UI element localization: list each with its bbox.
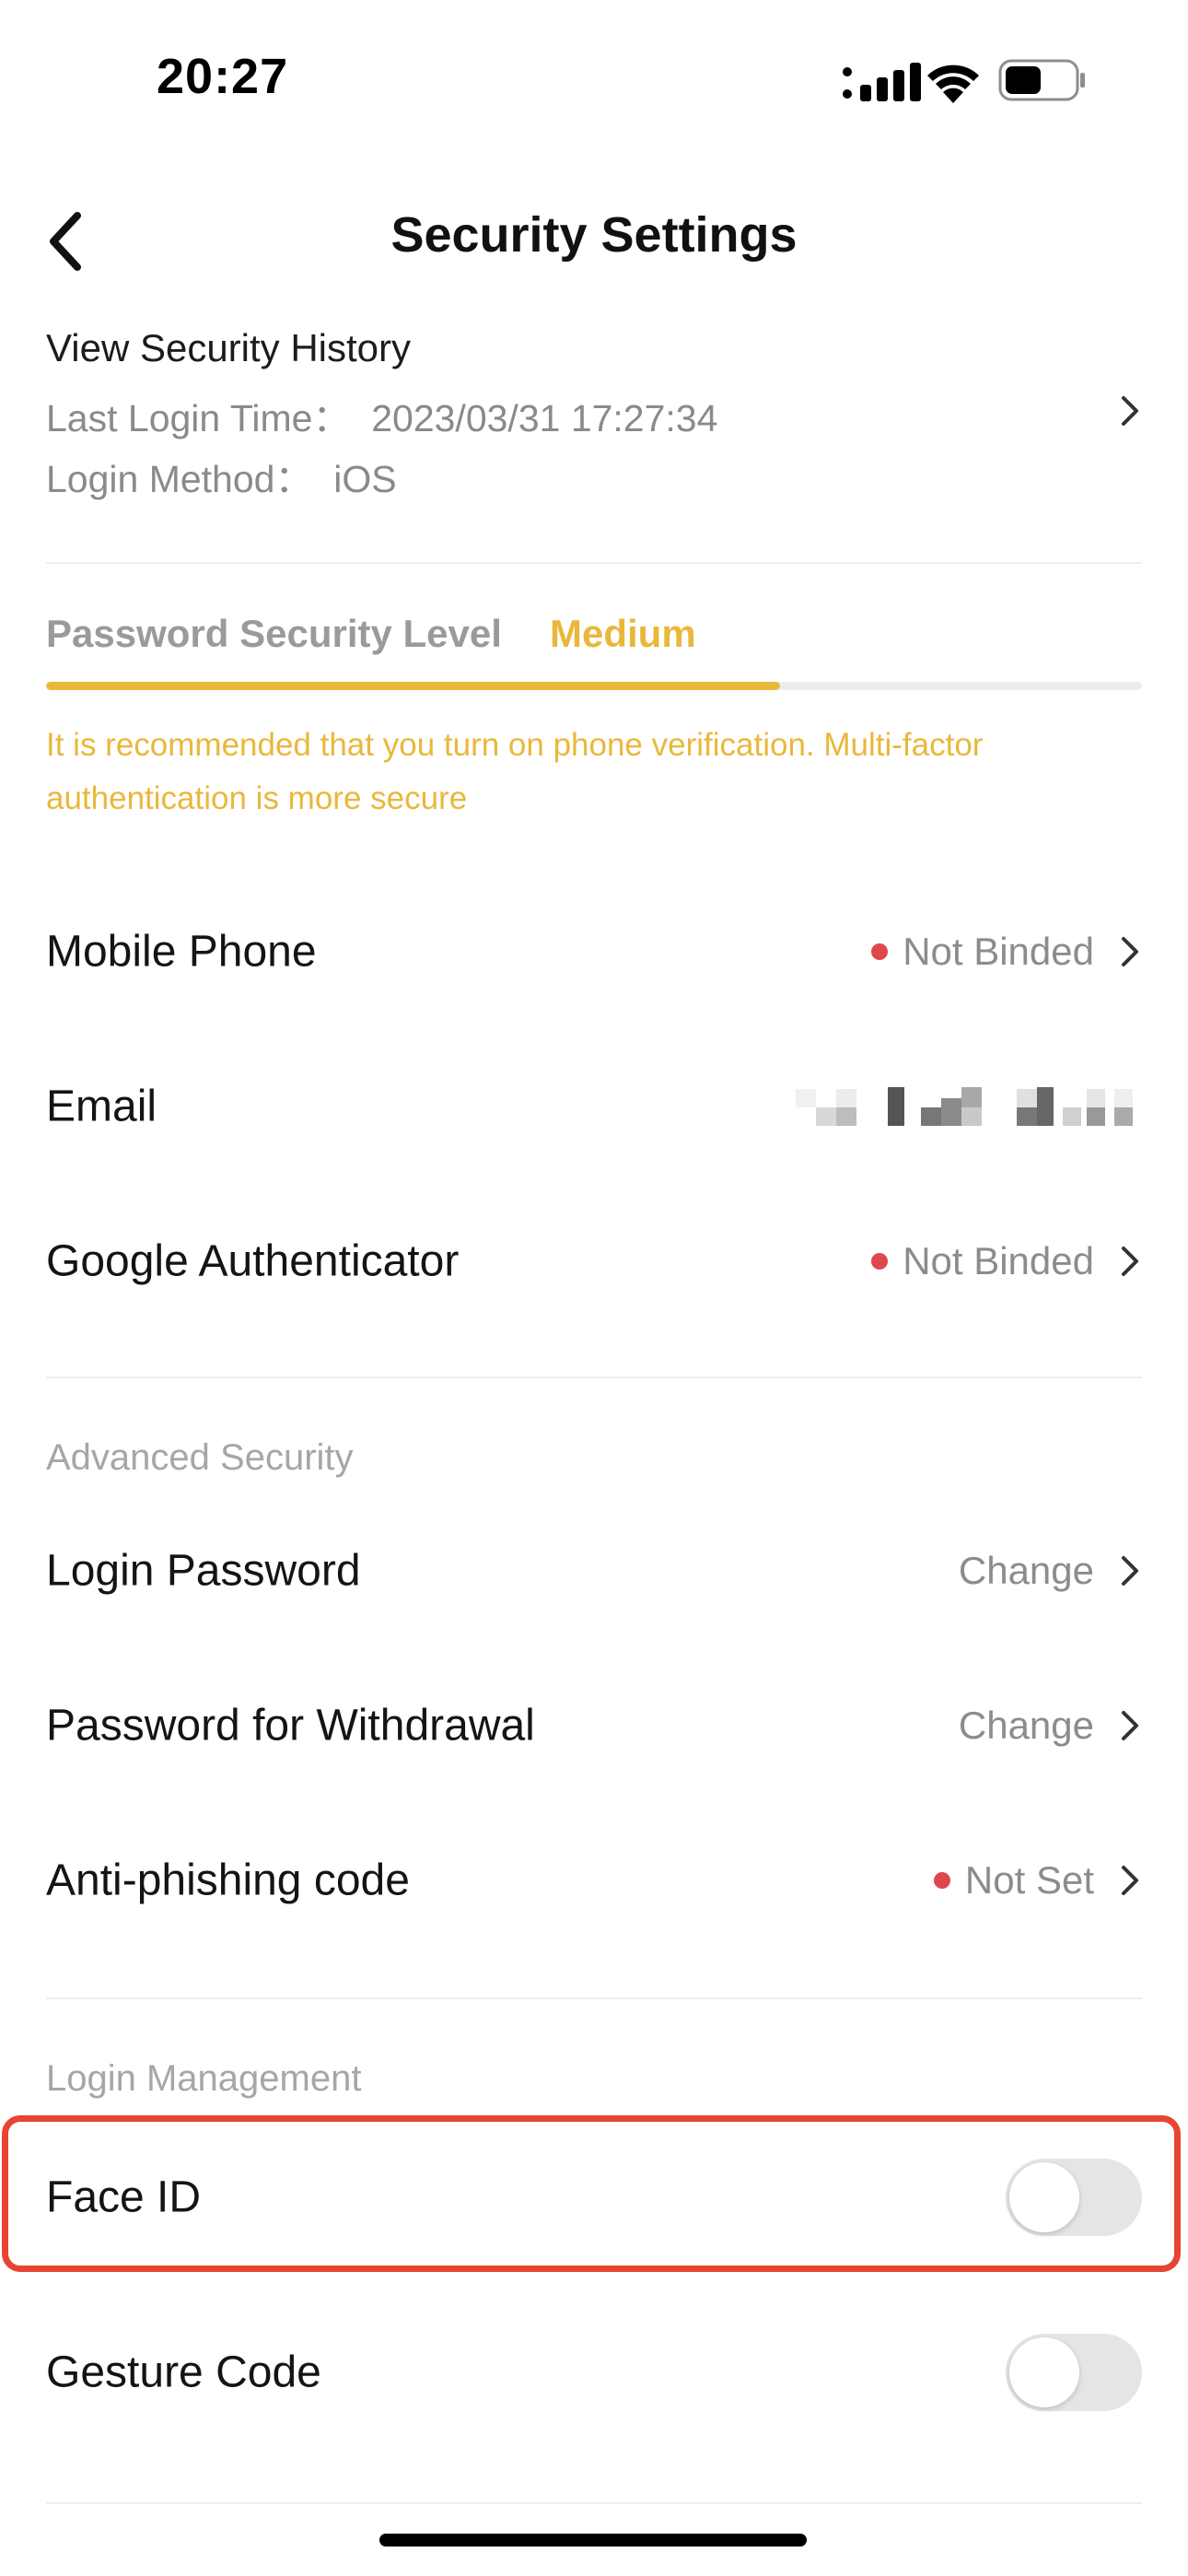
mobile-phone-label: Mobile Phone: [46, 927, 317, 977]
google-authenticator-status: Not Binded: [903, 1239, 1094, 1282]
anti-phishing-row[interactable]: Anti-phishing code Not Set: [46, 1821, 1142, 1940]
chevron-right-icon: [1122, 1711, 1138, 1740]
mobile-phone-row[interactable]: Mobile Phone Not Binded: [46, 892, 1142, 1012]
gesture-code-row: Gesture Code: [46, 2313, 1142, 2432]
recommendation-text: It is recommended that you turn on phone…: [46, 727, 984, 816]
gesture-code-label: Gesture Code: [46, 2348, 321, 2397]
battery-icon: [998, 59, 1085, 101]
security-history-item[interactable]: View Security History Last Login Time： 2…: [46, 326, 1142, 501]
section-title-login-management: Login Management: [46, 2058, 362, 2099]
face-id-highlight: [2, 2115, 1181, 2272]
chevron-right-icon: [1122, 1247, 1138, 1276]
email-label: Email: [46, 1082, 157, 1131]
anti-phishing-label: Anti-phishing code: [46, 1856, 410, 1905]
divider: [46, 562, 1142, 564]
section-title-advanced-security: Advanced Security: [46, 1437, 354, 1478]
email-row[interactable]: Email: [46, 1047, 1142, 1166]
divider: [46, 1376, 1142, 1378]
last-login-time: Last Login Time： 2023/03/31 17:27:34: [46, 397, 718, 439]
google-authenticator-label: Google Authenticator: [46, 1236, 460, 1286]
withdrawal-password-action: Change: [958, 1704, 1094, 1747]
divider: [46, 1997, 1142, 1999]
password-level-fill: [46, 682, 781, 690]
login-password-action: Change: [958, 1549, 1094, 1592]
wifi-icon: [927, 64, 979, 103]
email-value-pixelated: [796, 1087, 1133, 1126]
chevron-right-icon: [1122, 937, 1138, 966]
anti-phishing-status: Not Set: [964, 1858, 1094, 1902]
status-time: 20:27: [157, 49, 289, 104]
mobile-phone-status: Not Binded: [903, 930, 1094, 973]
chevron-right-icon: [1122, 396, 1138, 426]
alert-dot: [871, 943, 889, 960]
gesture-code-toggle[interactable]: [1006, 2334, 1142, 2411]
password-level-label: Password Security Level: [46, 612, 502, 655]
home-indicator: [379, 2534, 807, 2547]
divider: [46, 2502, 1142, 2504]
withdrawal-password-row[interactable]: Password for Withdrawal Change: [46, 1666, 1142, 1786]
login-method: Login Method： iOS: [46, 458, 397, 500]
login-password-label: Login Password: [46, 1546, 361, 1596]
withdrawal-password-label: Password for Withdrawal: [46, 1701, 535, 1751]
alert-dot: [871, 1253, 889, 1270]
google-authenticator-row[interactable]: Google Authenticator Not Binded: [46, 1201, 1142, 1321]
page-title: Security Settings: [390, 207, 798, 263]
password-level-bar: [46, 682, 1142, 690]
toggle-knob: [1009, 2337, 1079, 2407]
alert-dot: [933, 1872, 950, 1889]
login-password-row[interactable]: Login Password Change: [46, 1511, 1142, 1631]
security-history-title: View Security History: [46, 326, 412, 369]
password-level-value: Medium: [550, 612, 696, 655]
chevron-right-icon: [1122, 1866, 1138, 1895]
chevron-right-icon: [1122, 1556, 1138, 1586]
